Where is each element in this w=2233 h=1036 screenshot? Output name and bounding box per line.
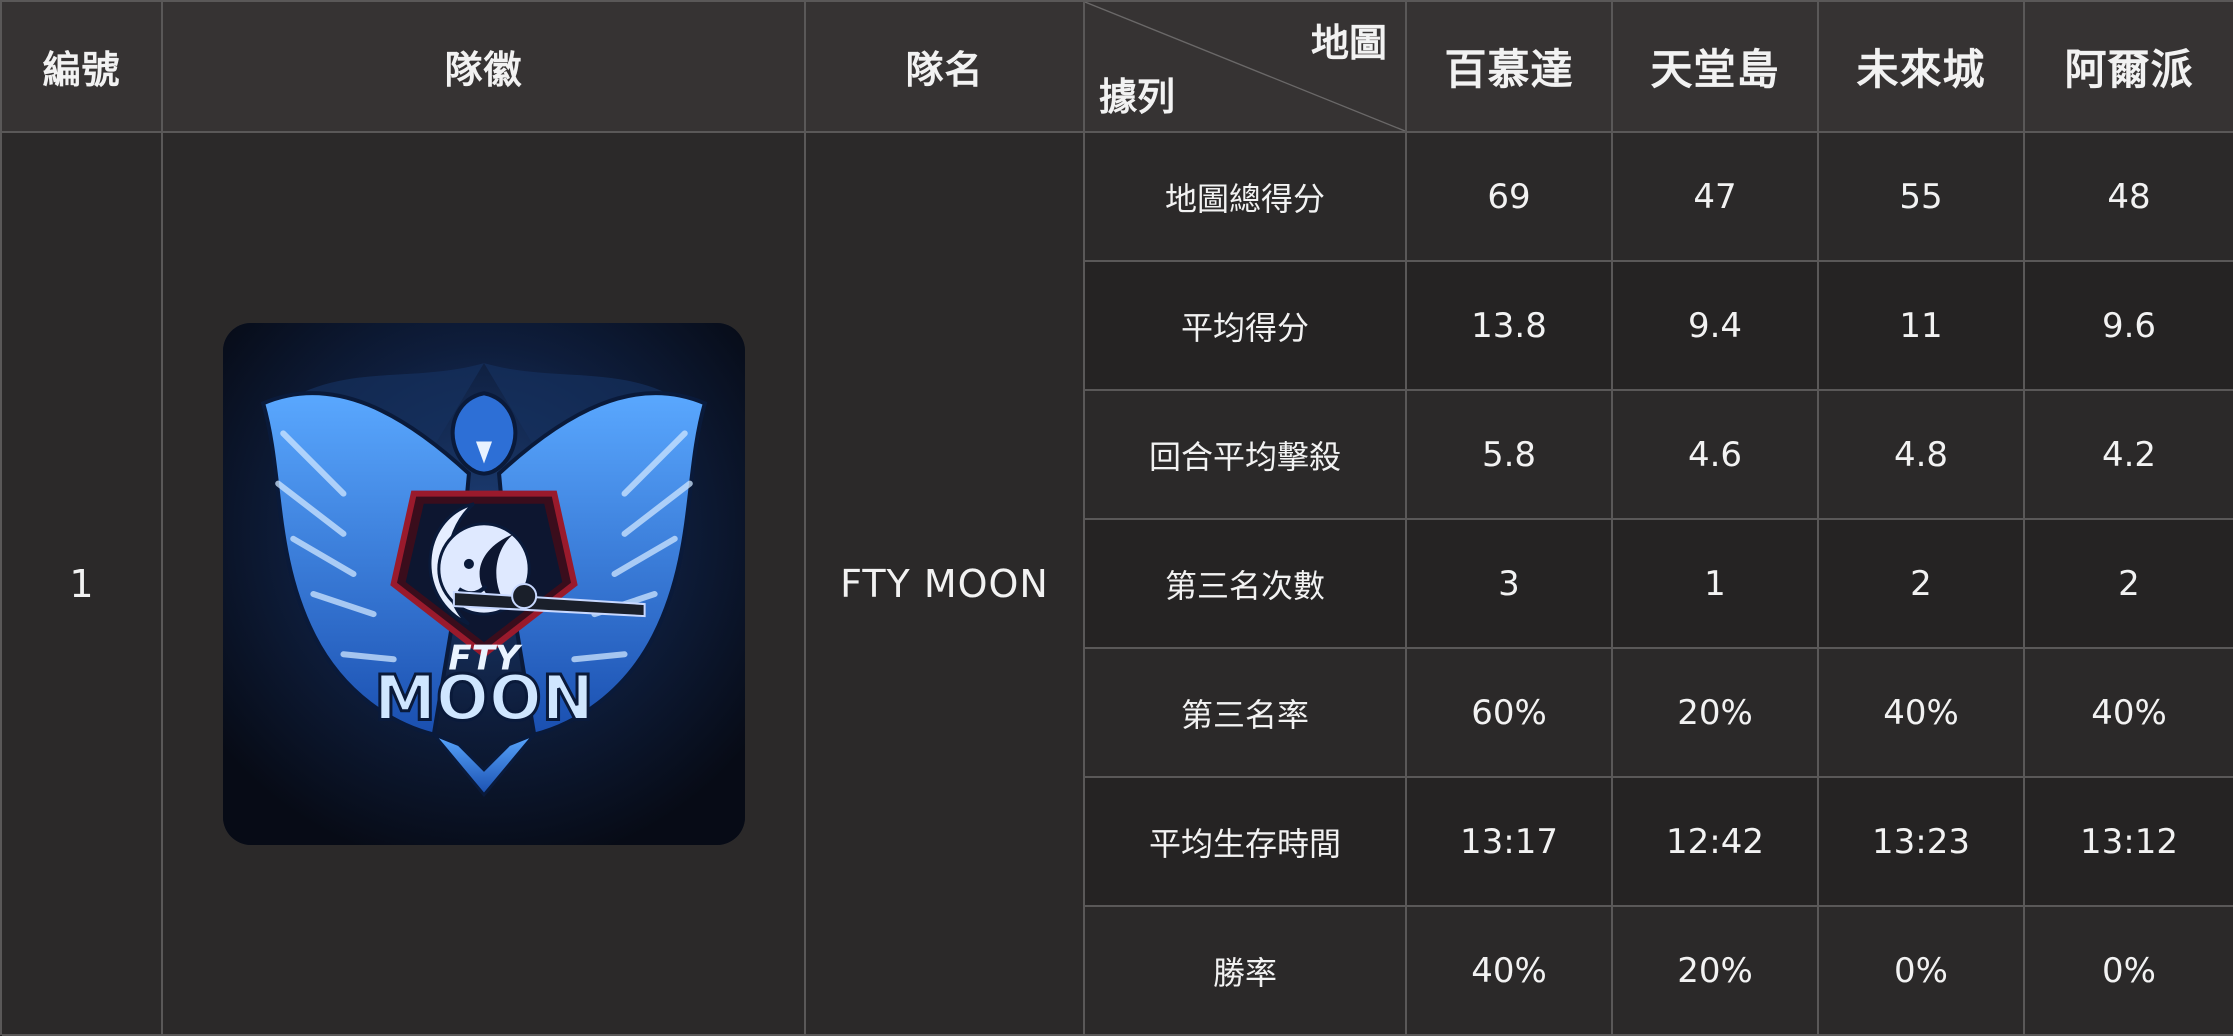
stat-value: 60% — [1407, 649, 1613, 778]
team-logo: FTY MOON — [222, 322, 745, 845]
stat-value: 47 — [1613, 133, 1819, 262]
stat-label: 第三名率 — [1085, 649, 1407, 778]
header-map-label: 天堂島 — [1650, 45, 1780, 94]
stat-label: 平均得分 — [1085, 262, 1407, 391]
stat-value-text: 1 — [1704, 563, 1726, 604]
stat-label: 回合平均擊殺 — [1085, 391, 1407, 520]
stat-value: 3 — [1407, 520, 1613, 649]
header-map-label: 阿爾派 — [2064, 45, 2194, 94]
stat-value-text: 13:23 — [1872, 821, 1970, 862]
header-id-label: 編號 — [42, 48, 121, 92]
team-number-cell: 1 — [2, 133, 163, 1036]
stat-value-text: 2 — [1910, 563, 1932, 604]
stat-value-text: 0% — [1894, 950, 1948, 991]
stat-value: 48 — [2025, 133, 2233, 262]
stat-value: 40% — [2025, 649, 2233, 778]
header-map-label: 百慕達 — [1444, 45, 1574, 94]
logo-text-bottom: MOON — [374, 661, 594, 734]
stat-value: 13:12 — [2025, 778, 2233, 907]
stat-value: 2 — [1819, 520, 2025, 649]
stat-value: 12:42 — [1613, 778, 1819, 907]
stat-value: 9.6 — [2025, 262, 2233, 391]
header-diag-bottom: 據列 — [1099, 75, 1176, 119]
stat-value: 2 — [2025, 520, 2233, 649]
stat-value: 4.8 — [1819, 391, 2025, 520]
stat-label-text: 回合平均擊殺 — [1148, 437, 1341, 476]
header-team-name-label: 隊名 — [905, 48, 984, 92]
stat-value-text: 11 — [1899, 305, 1943, 346]
stat-value-text: 20% — [1677, 950, 1753, 991]
stat-value: 13:23 — [1819, 778, 2025, 907]
header-map-3: 未來城 — [1819, 2, 2025, 133]
header-map-2: 天堂島 — [1613, 2, 1819, 133]
header-map-4: 阿爾派 — [2025, 2, 2233, 133]
stat-value-text: 69 — [1487, 176, 1531, 217]
stat-value: 5.8 — [1407, 391, 1613, 520]
stat-value: 69 — [1407, 133, 1613, 262]
stat-value-text: 13:17 — [1460, 821, 1558, 862]
header-logo: 隊徽 — [163, 2, 806, 133]
stat-label-text: 第三名率 — [1180, 695, 1309, 734]
stat-value: 1 — [1613, 520, 1819, 649]
header-diag-top: 地圖 — [1310, 21, 1387, 65]
stat-label-text: 平均生存時間 — [1148, 824, 1341, 863]
stat-value: 4.6 — [1613, 391, 1819, 520]
stat-value: 4.2 — [2025, 391, 2233, 520]
stat-value-text: 40% — [2091, 692, 2167, 733]
header-map-1: 百慕達 — [1407, 2, 1613, 133]
stat-value-text: 55 — [1899, 176, 1943, 217]
team-logo-cell: FTY MOON — [163, 133, 806, 1036]
stat-value-text: 3 — [1498, 563, 1520, 604]
stat-value: 40% — [1819, 649, 2025, 778]
stat-value: 11 — [1819, 262, 2025, 391]
stat-value: 9.4 — [1613, 262, 1819, 391]
stat-label-text: 地圖總得分 — [1164, 179, 1325, 218]
stat-value-text: 9.4 — [1687, 305, 1743, 346]
stat-label-text: 勝率 — [1212, 953, 1277, 992]
header-id: 編號 — [2, 2, 163, 133]
stat-value-text: 12:42 — [1666, 821, 1764, 862]
header-logo-label: 隊徽 — [444, 48, 523, 92]
stat-value-text: 20% — [1677, 692, 1753, 733]
team-number: 1 — [69, 561, 94, 606]
stat-label: 地圖總得分 — [1085, 133, 1407, 262]
stat-label: 勝率 — [1085, 907, 1407, 1036]
stat-value-text: 13.8 — [1471, 305, 1547, 346]
stat-value-text: 9.6 — [2101, 305, 2157, 346]
stat-label: 平均生存時間 — [1085, 778, 1407, 907]
stat-value: 40% — [1407, 907, 1613, 1036]
eagle-moon-logo-icon: FTY MOON — [222, 322, 745, 845]
stat-label: 第三名次數 — [1085, 520, 1407, 649]
header-team-name: 隊名 — [806, 2, 1085, 133]
stat-value-text: 4.8 — [1893, 434, 1949, 475]
stat-value-text: 4.6 — [1687, 434, 1743, 475]
stat-value: 55 — [1819, 133, 2025, 262]
stat-value-text: 2 — [2118, 563, 2140, 604]
stat-value-text: 5.8 — [1481, 434, 1537, 475]
stat-value-text: 60% — [1471, 692, 1547, 733]
stat-value: 20% — [1613, 649, 1819, 778]
stat-value: 20% — [1613, 907, 1819, 1036]
stat-value: 13:17 — [1407, 778, 1613, 907]
stat-value-text: 4.2 — [2101, 434, 2157, 475]
stats-table: 編號 隊徽 隊名 地圖 據列 百慕達 天堂島 未來城 阿爾派 1 FTY MOO… — [0, 0, 2233, 1036]
stat-value-text: 13:12 — [2080, 821, 2178, 862]
header-map-label: 未來城 — [1856, 45, 1986, 94]
stat-value-text: 40% — [1883, 692, 1959, 733]
stat-value: 0% — [1819, 907, 2025, 1036]
stat-value: 0% — [2025, 907, 2233, 1036]
stat-value-text: 0% — [2102, 950, 2156, 991]
team-name: FTY MOON — [840, 561, 1049, 606]
stat-label-text: 平均得分 — [1180, 308, 1309, 347]
stat-label-text: 第三名次數 — [1164, 566, 1325, 605]
stat-value-text: 40% — [1471, 950, 1547, 991]
header-diagonal: 地圖 據列 — [1085, 2, 1407, 133]
team-name-cell: FTY MOON — [806, 133, 1085, 1036]
stat-value: 13.8 — [1407, 262, 1613, 391]
stat-value-text: 48 — [2107, 176, 2151, 217]
stat-value-text: 47 — [1693, 176, 1737, 217]
